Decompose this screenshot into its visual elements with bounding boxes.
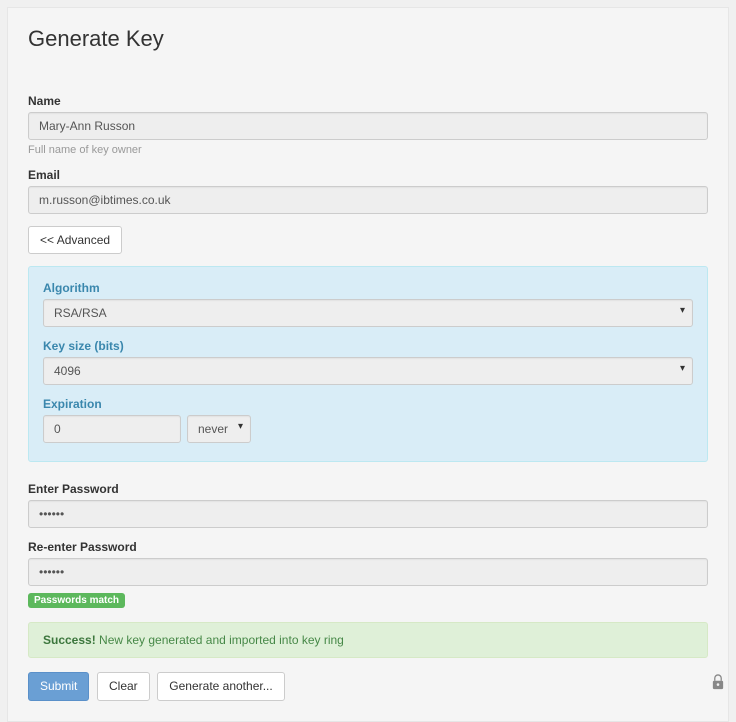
expiration-unit-select[interactable]: never: [187, 415, 251, 443]
keysize-group: Key size (bits) 4096: [43, 339, 693, 385]
success-alert: Success! New key generated and imported …: [28, 622, 708, 658]
password2-group: Re-enter Password: [28, 540, 708, 586]
expiration-label: Expiration: [43, 397, 693, 411]
page-title: Generate Key: [28, 26, 708, 52]
button-row: Submit Clear Generate another...: [28, 672, 708, 700]
algorithm-group: Algorithm RSA/RSA: [43, 281, 693, 327]
password2-label: Re-enter Password: [28, 540, 708, 554]
password1-input[interactable]: [28, 500, 708, 528]
name-group: Name Full name of key owner: [28, 94, 708, 156]
generate-another-button[interactable]: Generate another...: [157, 672, 284, 700]
keysize-label: Key size (bits): [43, 339, 693, 353]
email-input[interactable]: [28, 186, 708, 214]
name-label: Name: [28, 94, 708, 108]
password1-label: Enter Password: [28, 482, 708, 496]
expiration-group: Expiration never: [43, 397, 693, 443]
email-group: Email: [28, 168, 708, 214]
advanced-toggle-button[interactable]: << Advanced: [28, 226, 122, 254]
password2-input[interactable]: [28, 558, 708, 586]
algorithm-select[interactable]: RSA/RSA: [43, 299, 693, 327]
name-input[interactable]: [28, 112, 708, 140]
success-text: New key generated and imported into key …: [96, 633, 344, 647]
clear-button[interactable]: Clear: [97, 672, 150, 700]
lock-icon: [710, 673, 726, 691]
name-help: Full name of key owner: [28, 144, 708, 156]
keysize-select[interactable]: 4096: [43, 357, 693, 385]
email-label: Email: [28, 168, 708, 182]
success-strong: Success!: [43, 633, 96, 647]
password-match-badge: Passwords match: [28, 593, 125, 608]
password1-group: Enter Password: [28, 482, 708, 528]
algorithm-label: Algorithm: [43, 281, 693, 295]
submit-button[interactable]: Submit: [28, 672, 89, 700]
advanced-panel: Algorithm RSA/RSA Key size (bits) 4096 E…: [28, 266, 708, 462]
expiration-amount-input[interactable]: [43, 415, 181, 443]
generate-key-panel: Generate Key Name Full name of key owner…: [7, 7, 729, 722]
